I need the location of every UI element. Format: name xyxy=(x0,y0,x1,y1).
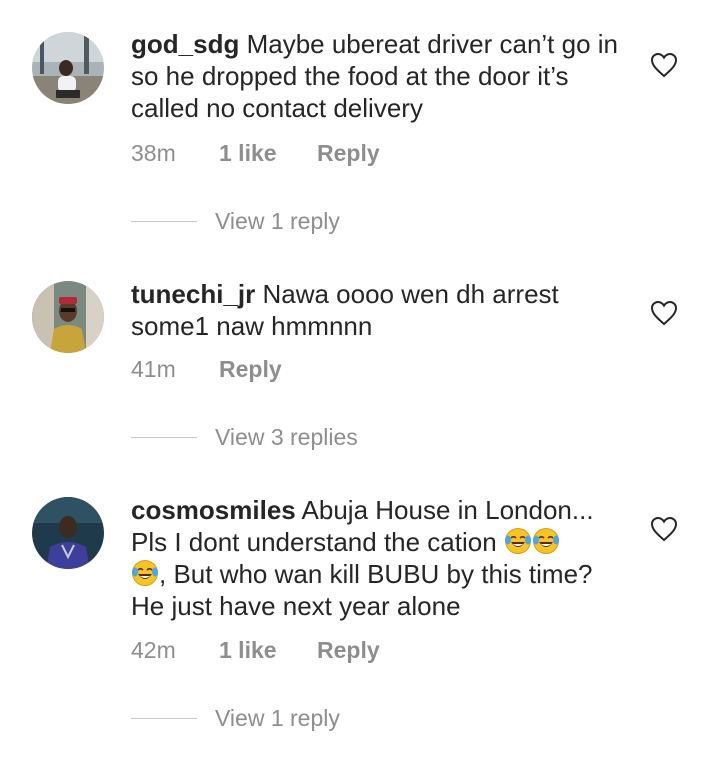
comment-meta: 42m 1 like Reply xyxy=(131,637,380,664)
comment-text: god_sdg Maybe ubereat driver can’t go in… xyxy=(131,28,631,124)
face-with-tears-of-joy-icon xyxy=(132,560,158,586)
comment-text: cosmosmiles Abuja House in London... Pls… xyxy=(131,494,631,622)
reply-button[interactable]: Reply xyxy=(317,140,380,167)
view-replies-label: View 3 replies xyxy=(215,424,358,450)
heart-outline-icon[interactable] xyxy=(650,300,678,326)
comment-username[interactable]: god_sdg xyxy=(131,29,239,59)
comment-body-continued: , But who wan kill BUBU by this time? He… xyxy=(131,559,593,621)
view-replies-label: View 1 reply xyxy=(215,208,340,234)
comment-time: 41m xyxy=(131,356,176,382)
likes-count[interactable]: 1 like xyxy=(219,140,317,167)
comment-time: 42m xyxy=(131,637,176,663)
heart-outline-icon[interactable] xyxy=(650,52,678,78)
avatar[interactable] xyxy=(32,497,104,569)
view-replies-label: View 1 reply xyxy=(215,705,340,731)
divider-line xyxy=(131,437,197,438)
reply-button[interactable]: Reply xyxy=(219,356,282,383)
view-replies-button[interactable]: View 1 reply xyxy=(131,208,340,235)
face-with-tears-of-joy-icon xyxy=(504,528,531,554)
likes-count[interactable]: 1 like xyxy=(219,637,317,664)
comment-username[interactable]: cosmosmiles xyxy=(131,495,296,525)
comment-text: tunechi_jr Nawa oooo wen dh arrest some1… xyxy=(131,278,631,342)
view-replies-button[interactable]: View 3 replies xyxy=(131,424,358,451)
comment-username[interactable]: tunechi_jr xyxy=(131,279,255,309)
reply-button[interactable]: Reply xyxy=(317,637,380,664)
comment-time: 38m xyxy=(131,140,176,166)
divider-line xyxy=(131,718,197,719)
comment-meta: 41m Reply xyxy=(131,356,282,383)
avatar[interactable] xyxy=(32,281,104,353)
face-with-tears-of-joy-icon xyxy=(532,528,559,554)
view-replies-button[interactable]: View 1 reply xyxy=(131,705,340,732)
divider-line xyxy=(131,221,197,222)
comment-meta: 38m 1 like Reply xyxy=(131,140,380,167)
avatar[interactable] xyxy=(32,32,104,104)
heart-outline-icon[interactable] xyxy=(650,516,678,542)
